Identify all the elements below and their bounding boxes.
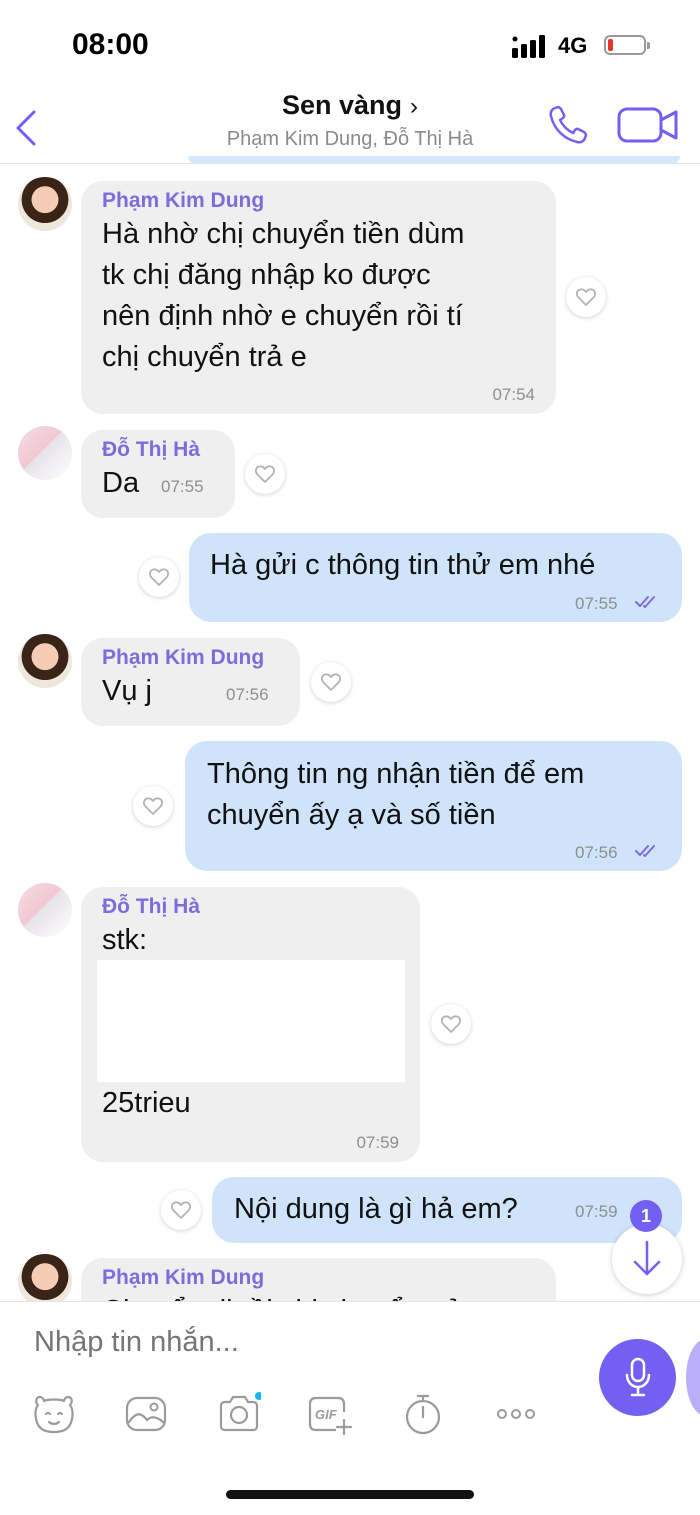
read-ticks-icon [635,596,655,608]
chat-title-text: Sen vàng [281,90,403,120]
home-indicator[interactable] [226,1490,474,1499]
message-text: Vụ j [102,675,152,707]
message-bubble[interactable]: Phạm Kim Dung Vụ j 07:56 [81,638,300,726]
gallery-icon[interactable] [124,1392,168,1436]
signal-icon [512,35,545,58]
message-bubble[interactable]: Đỗ Thị Hà stk: 25trieu 07:59 [81,887,420,1162]
message-line: Hà nhờ chị chuyển tiền dùm [102,218,465,250]
message-line: tk chị đăng nhập ko được [102,259,431,291]
message-bubble[interactable]: Phạm Kim Dung Hà nhờ chị chuyển tiền dùm… [81,181,556,414]
message-text: Da [102,467,140,499]
avatar[interactable] [18,177,72,231]
unread-count-badge: 1 [630,1200,662,1232]
sender-name: Đỗ Thị Hà [102,895,200,918]
status-time: 08:00 [72,28,149,61]
message-text: 25trieu [102,1087,191,1119]
chat-participants: Phạm Kim Dung, Đỗ Thị Hà [226,128,474,150]
message-input[interactable] [34,1320,574,1364]
message-line: chuyển ấy ạ và số tiền [207,799,496,831]
message-bubble[interactable]: Đỗ Thị Hà Da 07:55 [81,430,235,518]
mic-icon [625,1357,651,1397]
chevron-right-icon: › [410,93,419,120]
avatar[interactable] [18,883,72,937]
battery-icon [604,35,650,55]
message-time: 07:59 [575,1202,618,1221]
message-time: 07:55 [575,594,618,613]
message-time: 07:56 [226,685,269,704]
read-ticks-icon [635,845,655,857]
like-heart-icon[interactable] [311,662,351,702]
svg-text:GIF: GIF [315,1407,338,1422]
message-line: Thông tin ng nhận tiền để em [207,758,585,790]
message-text: stk: [102,924,148,956]
message-time: 07:59 [356,1133,399,1152]
arrow-down-icon [633,1240,661,1276]
message-bubble-outgoing[interactable]: Thông tin ng nhận tiền để em chuyển ấy ạ… [185,741,682,871]
message-text: Thông tin ng nhận tiền để em chuyển ấy ạ… [207,754,584,836]
sender-name: Phạm Kim Dung [102,189,265,212]
message-text: Hà nhờ chị chuyển tiền dùm tk chị đăng n… [102,214,464,378]
message-bubble[interactable]: Phạm Kim Dung Chuyển đi rồi chị chuyển t… [81,1258,556,1301]
message-line: chị chuyển trả e [102,341,307,373]
like-heart-icon[interactable] [161,1190,201,1230]
network-type: 4G [558,33,588,58]
sticker-icon[interactable] [32,1392,76,1436]
like-heart-icon[interactable] [431,1004,471,1044]
like-heart-icon[interactable] [566,277,606,317]
phone-icon[interactable] [546,103,590,147]
message-bubble-outgoing[interactable]: Hà gửi c thông tin thử em nhé 07:55 [189,533,682,622]
voice-message-button[interactable] [599,1339,676,1416]
like-heart-icon[interactable] [139,557,179,597]
message-time: 07:55 [161,477,204,496]
message-bubble-outgoing[interactable]: Nội dung là gì hả em? 07:59 [212,1177,682,1243]
like-heart-icon[interactable] [133,786,173,826]
redacted-account-box [97,960,405,1082]
scroll-to-bottom-button[interactable] [612,1224,682,1294]
message-text: Hà gửi c thông tin thử em nhé [210,549,596,581]
sender-name: Phạm Kim Dung [102,1266,265,1289]
message-list[interactable]: Phạm Kim Dung Hà nhờ chị chuyển tiền dùm… [0,164,700,1301]
timer-icon[interactable] [401,1392,445,1436]
message-text: Chuyển đi rồi chị chuyển trả [102,1291,461,1301]
gif-icon[interactable]: GIF [306,1392,354,1436]
message-time: 07:54 [492,385,535,404]
camera-icon[interactable] [217,1392,261,1436]
video-call-icon[interactable] [616,104,680,146]
send-button[interactable] [686,1339,700,1416]
sender-name: Đỗ Thị Hà [102,438,200,461]
message-text: Nội dung là gì hả em? [234,1193,518,1225]
sender-name: Phạm Kim Dung [102,646,265,669]
chat-title[interactable]: Sen vàng › [0,90,700,121]
message-line: nên định nhờ e chuyển rồi tí [102,300,463,332]
avatar[interactable] [18,1254,72,1301]
avatar[interactable] [18,634,72,688]
avatar[interactable] [18,426,72,480]
composer-divider [0,1301,700,1302]
message-time: 07:56 [575,843,618,862]
like-heart-icon[interactable] [245,454,285,494]
more-icon[interactable] [494,1392,538,1436]
